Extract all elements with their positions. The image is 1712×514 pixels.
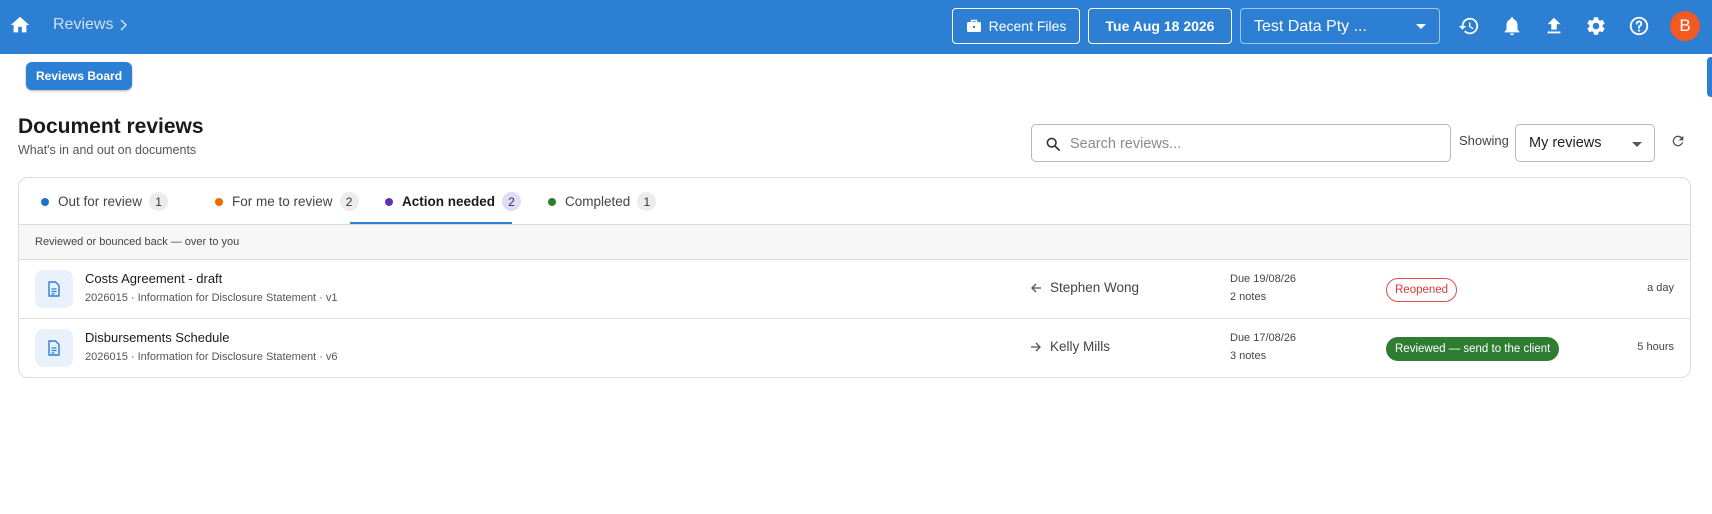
due-date: Due 17/08/26 xyxy=(1230,332,1297,344)
tab-count-badge: 1 xyxy=(637,192,657,211)
gear-icon[interactable] xyxy=(1585,15,1607,37)
help-icon[interactable] xyxy=(1628,15,1650,37)
upload-icon[interactable] xyxy=(1543,15,1565,37)
company-select-value: Test Data Pty ... xyxy=(1254,18,1367,35)
reviews-filter-value: My reviews xyxy=(1529,135,1602,151)
reviewer-name: Stephen Wong xyxy=(1050,280,1140,295)
refresh-icon[interactable] xyxy=(1670,133,1686,149)
tab-action-needed[interactable]: Action needed 2 xyxy=(363,178,522,225)
tab-count-badge: 1 xyxy=(149,192,169,211)
arrow-right-icon xyxy=(1031,342,1041,351)
recent-files-button[interactable]: Recent Files xyxy=(952,8,1080,44)
recent-files-label: Recent Files xyxy=(988,18,1067,34)
arrow-left-icon xyxy=(1031,283,1041,292)
tab-label: Out for review xyxy=(58,194,143,209)
tab-label: Action needed xyxy=(402,194,496,209)
briefcase-icon xyxy=(966,19,981,32)
status-badge: Reviewed — send to the client xyxy=(1386,337,1560,361)
caret-down-icon xyxy=(1416,24,1426,29)
showing-label: Showing xyxy=(1459,133,1509,148)
row-age: a day xyxy=(1647,282,1674,294)
status-dot xyxy=(215,197,223,206)
status-dot xyxy=(41,197,49,206)
bell-icon[interactable] xyxy=(1501,15,1523,37)
document-meta: 2026015 · Information for Disclosure Sta… xyxy=(85,292,338,304)
tab-label: For me to review xyxy=(232,194,333,209)
table-row[interactable]: Costs Agreement - draft 2026015 · Inform… xyxy=(19,260,1690,319)
date-button[interactable]: Tue Aug 18 2026 xyxy=(1088,8,1232,44)
breadcrumb[interactable]: Reviews xyxy=(53,16,113,34)
tab-for-me-to-review[interactable]: For me to review 2 xyxy=(193,178,359,225)
status-dot xyxy=(385,197,393,206)
review-tabs: Out for review 1 For me to review 2 Acti… xyxy=(19,178,1690,225)
document-meta: 2026015 · Information for Disclosure Sta… xyxy=(85,351,338,363)
page-title: Document reviews xyxy=(18,115,204,138)
status-dot xyxy=(548,197,556,206)
tab-count-badge: 2 xyxy=(339,192,359,211)
caret-down-icon xyxy=(1632,142,1642,147)
company-select[interactable]: Test Data Pty ... xyxy=(1240,8,1440,44)
tab-hint: Reviewed or bounced back — over to you xyxy=(19,225,1690,260)
search-input[interactable] xyxy=(1070,133,1440,155)
search-box[interactable] xyxy=(1031,124,1451,162)
active-tab-indicator xyxy=(350,222,512,224)
history-icon[interactable] xyxy=(1458,15,1480,37)
chevron-right-icon xyxy=(120,19,128,31)
notes-count: 3 notes xyxy=(1230,350,1267,362)
side-panel-tab[interactable] xyxy=(1707,57,1712,97)
home-icon[interactable] xyxy=(9,14,31,36)
tab-label: Completed xyxy=(565,194,631,209)
reviewer: Kelly Mills xyxy=(1030,339,1110,354)
document-icon xyxy=(35,329,73,367)
tab-count-badge: 2 xyxy=(502,192,522,211)
tab-out-for-review[interactable]: Out for review 1 xyxy=(19,178,169,225)
document-title[interactable]: Costs Agreement - draft xyxy=(85,271,222,286)
reviews-board-button[interactable]: Reviews Board xyxy=(26,62,133,90)
document-title[interactable]: Disbursements Schedule xyxy=(85,330,230,345)
reviews-filter-select[interactable]: My reviews xyxy=(1515,124,1655,162)
reviewer-name: Kelly Mills xyxy=(1050,339,1111,354)
page-subtitle: What's in and out on documents xyxy=(18,143,197,157)
tab-completed[interactable]: Completed 1 xyxy=(526,178,657,225)
document-icon xyxy=(35,270,73,308)
row-age: 5 hours xyxy=(1637,341,1674,353)
reviewer: Stephen Wong xyxy=(1030,280,1139,295)
search-icon xyxy=(1046,137,1060,151)
table-row[interactable]: Disbursements Schedule 2026015 · Informa… xyxy=(19,319,1690,377)
notes-count: 2 notes xyxy=(1230,291,1267,303)
top-app-bar: Reviews Recent Files Tue Aug 18 2026 Tes… xyxy=(0,0,1712,54)
due-date: Due 19/08/26 xyxy=(1230,273,1297,285)
reviews-panel: Out for review 1 For me to review 2 Acti… xyxy=(18,177,1691,378)
status-badge: Reopened xyxy=(1386,278,1458,302)
avatar[interactable]: B xyxy=(1670,11,1700,41)
